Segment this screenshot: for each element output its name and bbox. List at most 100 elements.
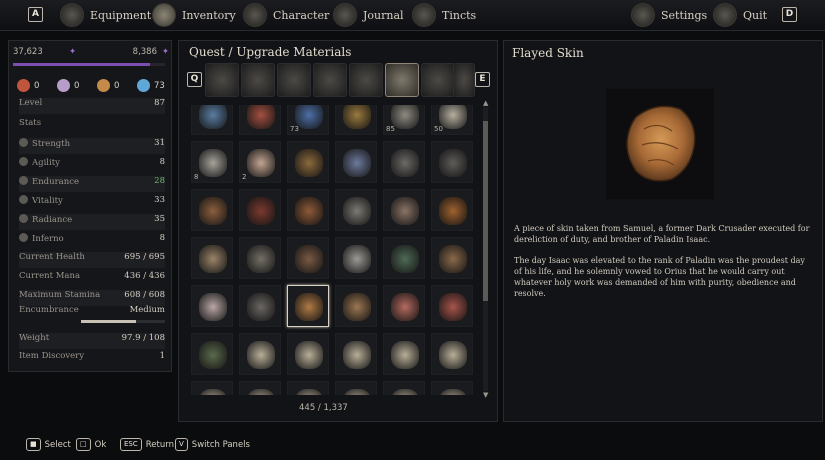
- inventory-slot[interactable]: [239, 381, 281, 395]
- inventory-slot[interactable]: 85: [383, 105, 425, 135]
- stat-vitality[interactable]: Vitality 33: [19, 195, 165, 211]
- inventory-slot[interactable]: [239, 285, 281, 327]
- inventory-slot[interactable]: 73: [287, 105, 329, 135]
- inventory-slot[interactable]: [335, 285, 377, 327]
- encumbrance-row: Encumbrance Medium: [19, 305, 165, 321]
- shell-icon: [391, 105, 419, 129]
- inventory-slot[interactable]: [287, 285, 329, 327]
- inventory-slot[interactable]: [383, 285, 425, 327]
- weight-value: 97.9 / 108: [121, 333, 165, 343]
- map-icon: [199, 293, 227, 321]
- inventory-slot[interactable]: [335, 105, 377, 135]
- quit-button[interactable]: Quit: [713, 3, 767, 27]
- xp-bar-fill: [13, 63, 150, 66]
- inventory-slot[interactable]: [191, 381, 233, 395]
- horseshoe-icon: [247, 245, 275, 273]
- stat-endurance[interactable]: Endurance 28: [19, 176, 165, 192]
- item-description-2: The day Isaac was elevated to the rank o…: [514, 256, 805, 298]
- item-count: 85: [386, 125, 395, 133]
- settings-button[interactable]: Settings: [631, 3, 707, 27]
- inventory-slot[interactable]: [335, 189, 377, 231]
- inventory-slot[interactable]: [191, 189, 233, 231]
- inventory-slot[interactable]: [239, 189, 281, 231]
- tab-journal[interactable]: Journal: [333, 3, 404, 27]
- item-discovery-row: Item Discovery 1: [19, 351, 165, 367]
- book-icon[interactable]: [241, 63, 275, 97]
- inventory-slot[interactable]: [431, 285, 473, 327]
- crystal-icon: [137, 79, 150, 92]
- inventory-slot[interactable]: 50: [431, 105, 473, 135]
- inventory-slot[interactable]: [287, 237, 329, 279]
- inventory-slot[interactable]: [287, 381, 329, 395]
- amulet-icon[interactable]: [349, 63, 383, 97]
- inventory-slot[interactable]: [191, 285, 233, 327]
- inventory-slot[interactable]: [335, 381, 377, 395]
- inventory-slot[interactable]: [335, 141, 377, 183]
- gold-branch-icon: [343, 105, 371, 129]
- red-key-icon: [247, 197, 275, 225]
- dark-key-icon: [439, 149, 467, 177]
- note10-icon: [391, 389, 419, 395]
- inventory-slot[interactable]: [431, 333, 473, 375]
- skull-icon[interactable]: [277, 63, 311, 97]
- vitality-icon: [19, 195, 28, 204]
- inventory-slot[interactable]: [431, 141, 473, 183]
- inventory-slot[interactable]: [287, 141, 329, 183]
- material-icon[interactable]: [385, 63, 419, 97]
- blue-crystal-icon: [199, 105, 227, 129]
- scroll-up-icon[interactable]: ▲: [483, 99, 488, 107]
- scroll-icon[interactable]: [205, 63, 239, 97]
- inventory-slot[interactable]: [191, 333, 233, 375]
- inventory-slot[interactable]: [431, 381, 473, 395]
- inventory-slot[interactable]: [239, 237, 281, 279]
- tab-tincts[interactable]: Tincts: [412, 3, 476, 27]
- tab-inventory[interactable]: Inventory: [152, 3, 236, 27]
- pearls-icon: [343, 245, 371, 273]
- hide-icon: [343, 293, 371, 321]
- inventory-slot[interactable]: 8: [191, 141, 233, 183]
- inventory-slot[interactable]: [383, 333, 425, 375]
- stat-label: Radiance: [32, 215, 73, 225]
- inventory-slot[interactable]: [287, 189, 329, 231]
- currency-left: 37,623: [13, 47, 43, 57]
- blue-flower-icon: [295, 105, 323, 129]
- inventory-slot[interactable]: [191, 105, 233, 135]
- ring-icon[interactable]: [313, 63, 347, 97]
- inventory-slot[interactable]: [191, 237, 233, 279]
- tab-character[interactable]: Character: [243, 3, 329, 27]
- skull-relic-icon[interactable]: [453, 63, 475, 97]
- inventory-slot[interactable]: [239, 333, 281, 375]
- flesh-icon: [391, 293, 419, 321]
- top-navigation: A Equipment Inventory Character Journal …: [0, 0, 825, 31]
- note6-icon: [199, 389, 227, 395]
- stat-value: 35: [154, 214, 165, 224]
- next-category-key[interactable]: E: [475, 72, 490, 87]
- inventory-slot[interactable]: [431, 189, 473, 231]
- armor-icon[interactable]: [421, 63, 455, 97]
- inventory-slot[interactable]: [335, 237, 377, 279]
- helmet-icon: [60, 3, 84, 27]
- inventory-slot[interactable]: [383, 381, 425, 395]
- inventory-slot[interactable]: [287, 333, 329, 375]
- stat-agility[interactable]: Agility 8: [19, 157, 165, 173]
- inventory-slot[interactable]: [383, 141, 425, 183]
- prev-tab-key[interactable]: A: [28, 7, 43, 22]
- stat-strength[interactable]: Strength 31: [19, 138, 165, 154]
- stat-radiance[interactable]: Radiance 35: [19, 214, 165, 230]
- inventory-slot[interactable]: [335, 333, 377, 375]
- inventory-scrollbar[interactable]: [483, 107, 488, 391]
- tab-equipment[interactable]: Equipment: [60, 3, 151, 27]
- inventory-slot[interactable]: [383, 189, 425, 231]
- inventory-slot[interactable]: [431, 237, 473, 279]
- next-tab-key[interactable]: D: [782, 7, 797, 22]
- derived-value: 695 / 695: [124, 252, 165, 262]
- currency-right-icon: ✦: [161, 47, 169, 57]
- scrollbar-thumb[interactable]: [483, 121, 488, 301]
- stat-inferno[interactable]: Inferno 8: [19, 233, 165, 249]
- inventory-slot[interactable]: 2: [239, 141, 281, 183]
- inventory-slot[interactable]: [383, 237, 425, 279]
- prev-category-key[interactable]: Q: [187, 72, 202, 87]
- item-count: 8: [194, 173, 199, 181]
- scroll-down-icon[interactable]: ▼: [483, 391, 488, 399]
- inventory-slot[interactable]: [239, 105, 281, 135]
